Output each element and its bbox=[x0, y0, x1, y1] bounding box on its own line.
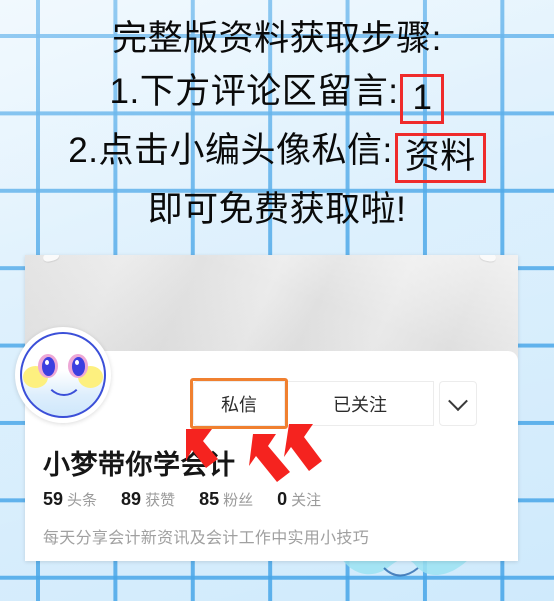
stat-value-likes: 89 bbox=[121, 489, 142, 509]
following-button[interactable]: 已关注 bbox=[286, 381, 434, 426]
stat-value-following: 0 bbox=[277, 489, 288, 509]
pupil-left bbox=[42, 357, 55, 376]
instruction-headline: 完整版资料获取步骤: 1.下方评论区留言: 1 2.点击小编头像私信: 资料 即可免… bbox=[0, 0, 554, 236]
stat-item-followers[interactable]: 85 粉丝 bbox=[199, 489, 253, 510]
message-button-highlight-box bbox=[190, 378, 288, 429]
headline-line-3-text: 2.点击小编头像私信: bbox=[68, 131, 393, 170]
headline-line-4-text: 即可免费获取啦! bbox=[147, 190, 407, 229]
chevron-down-icon bbox=[448, 390, 468, 411]
more-options-button[interactable] bbox=[439, 381, 477, 426]
avatar[interactable] bbox=[15, 327, 111, 423]
profile-username: 小梦带你学会计 bbox=[43, 450, 236, 480]
smile-mouth bbox=[45, 375, 83, 396]
headline-line-1-text: 完整版资料获取步骤: bbox=[112, 19, 442, 58]
stat-label-following: 关注 bbox=[291, 492, 322, 509]
profile-bio: 每天分享会计新资讯及会计工作中实用小技巧 bbox=[43, 530, 370, 547]
headline-line-1: 完整版资料获取步骤: bbox=[0, 12, 554, 65]
headline-line-2: 1.下方评论区留言: 1 bbox=[0, 65, 554, 124]
pupil-right bbox=[72, 357, 85, 376]
headline-line-3: 2.点击小编头像私信: 资料 bbox=[0, 124, 554, 183]
stat-item-following[interactable]: 0 关注 bbox=[277, 489, 321, 510]
headline-line-2-text: 1.下方评论区留言: bbox=[109, 72, 399, 111]
stat-label-followers: 粉丝 bbox=[223, 492, 254, 509]
stat-value-headlines: 59 bbox=[43, 489, 64, 509]
headline-line-3-keyword-box: 资料 bbox=[394, 133, 486, 183]
stat-item-likes[interactable]: 89 获赞 bbox=[121, 489, 175, 510]
profile-stats: 59 头条 89 获赞 85 粉丝 0 关注 bbox=[43, 489, 321, 510]
stat-label-headlines: 头条 bbox=[67, 492, 98, 509]
headline-line-4: 即可免费获取啦! bbox=[0, 183, 554, 236]
stat-label-likes: 获赞 bbox=[145, 492, 176, 509]
stat-item-headlines[interactable]: 59 头条 bbox=[43, 489, 97, 510]
smiley-face-avatar-icon bbox=[20, 332, 106, 418]
stat-value-followers: 85 bbox=[199, 489, 220, 509]
headline-line-2-keyword-box: 1 bbox=[400, 74, 445, 124]
